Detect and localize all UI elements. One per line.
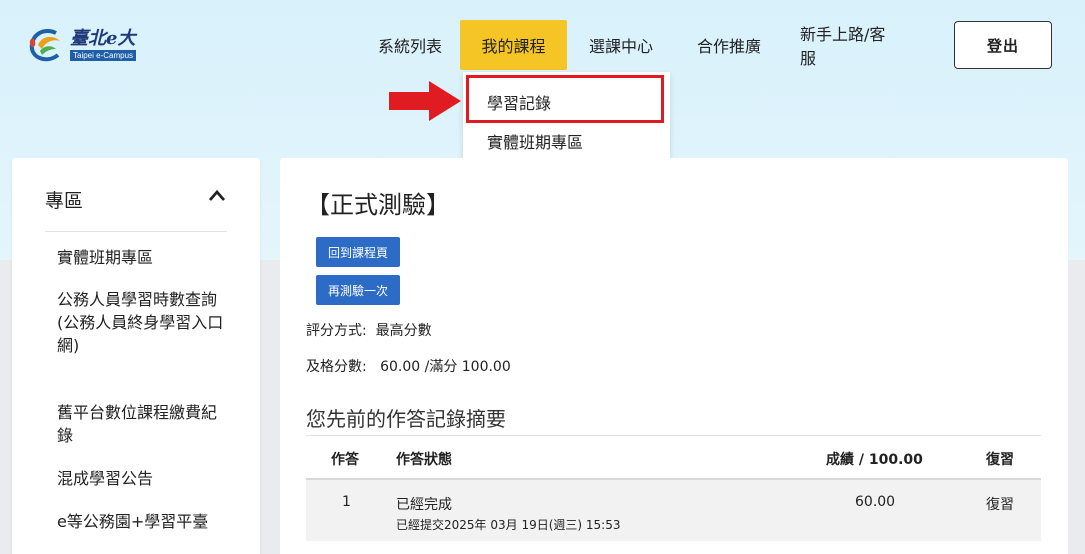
row-score: 60.00 <box>855 494 896 510</box>
logo-chinese-text: 臺北e大 <box>70 28 136 49</box>
sidebar-item-e-platform[interactable]: e等公務園+學習平臺 <box>57 510 227 533</box>
nav-item-system-list[interactable]: 系統列表 <box>360 20 460 70</box>
highlight-box <box>466 75 664 123</box>
sidebar-item-blended-learning[interactable]: 混成學習公告 <box>57 467 227 490</box>
row-attempt-number: 1 <box>342 494 351 510</box>
nav-item-help[interactable]: 新手上路/客服 <box>783 20 913 70</box>
table-header-score: 成績 / 100.00 <box>826 452 923 468</box>
table-header-attempt: 作答 <box>331 452 359 468</box>
nav-item-partnership[interactable]: 合作推廣 <box>675 20 783 70</box>
logo-english-text: Taipei e-Campus <box>70 50 137 61</box>
back-to-course-button[interactable]: 回到課程頁 <box>316 237 400 267</box>
sidebar-divider <box>45 231 227 232</box>
sidebar-title: 專區 <box>45 190 84 212</box>
nav-item-course-center[interactable]: 選課中心 <box>567 20 675 70</box>
row-review-link[interactable]: 復習 <box>986 494 1014 514</box>
page-title: 【正式測驗】 <box>306 191 450 219</box>
sidebar-item-physical-class[interactable]: 實體班期專區 <box>57 246 227 269</box>
row-status: 已經完成 <box>396 497 452 513</box>
dropdown-item-physical-class[interactable]: 實體班期專區 <box>487 129 583 153</box>
taipei-ecampus-logo-icon <box>29 29 60 62</box>
logout-button[interactable]: 登出 <box>954 21 1052 69</box>
sidebar-item-civil-servant-hours[interactable]: 公務人員學習時數查詢 (公務人員終身學習入口網) <box>57 288 227 357</box>
passing-score: 及格分數: 60.00 /滿分 100.00 <box>306 359 511 375</box>
table-header-status: 作答狀態 <box>396 452 452 468</box>
grading-method: 評分方式: 最高分數 <box>306 323 432 339</box>
nav-item-my-courses[interactable]: 我的課程 <box>460 20 567 70</box>
retry-quiz-button[interactable]: 再測驗一次 <box>316 275 400 305</box>
sidebar: 專區 實體班期專區 公務人員學習時數查詢 (公務人員終身學習入口網) 舊平台數位… <box>12 158 260 554</box>
row-submitted-time: 已經提交2025年 03月 19日(週三) 15:53 <box>396 518 621 532</box>
summary-title: 您先前的作答記錄摘要 <box>306 407 506 431</box>
main-content: 【正式測驗】 回到課程頁 再測驗一次 評分方式: 最高分數 及格分數: 60.0… <box>280 158 1068 554</box>
table-header-review: 復習 <box>986 452 1014 468</box>
main-nav: 系統列表 我的課程 選課中心 合作推廣 新手上路/客服 <box>360 20 913 70</box>
red-arrow-icon <box>389 81 461 121</box>
sidebar-item-payment-record[interactable]: 舊平台數位課程繳費紀錄 <box>57 401 227 447</box>
site-logo[interactable]: 臺北e大 Taipei e-Campus <box>26 24 160 66</box>
table-top-divider <box>306 435 1041 436</box>
chevron-up-icon[interactable] <box>208 188 226 202</box>
